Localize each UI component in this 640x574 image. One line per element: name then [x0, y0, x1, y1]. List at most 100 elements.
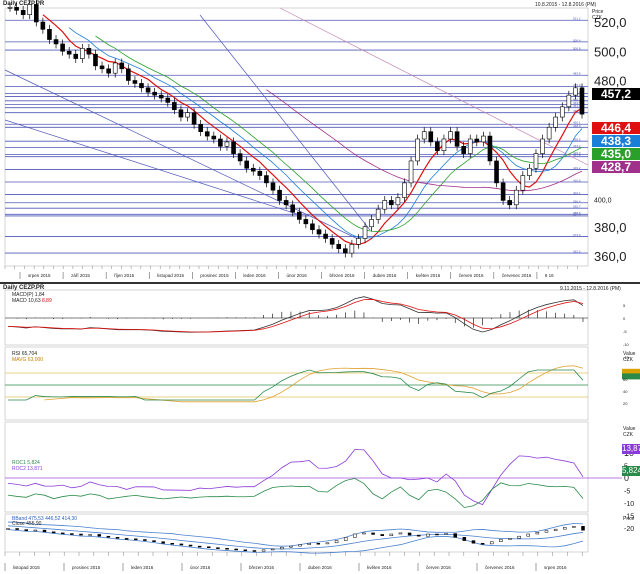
candle: [415, 138, 420, 162]
candle: [86, 48, 92, 55]
bb-candle: [188, 544, 193, 547]
candle: [277, 189, 282, 201]
candle: [402, 182, 407, 198]
roc2-badge: 13,87: [622, 444, 640, 454]
roc1-line: [7, 477, 584, 508]
rsi-mavg-label: MAVG 63,000: [12, 357, 44, 363]
candle: [185, 112, 190, 118]
lower-chart-title: Daily CEZP.PR: [3, 285, 45, 291]
bb-candle: [134, 538, 138, 541]
candle: [349, 244, 355, 254]
price-chart[interactable]: 521.2506.4500.8483.6476.0471.2469.1466.1…: [0, 0, 640, 574]
bb-candle: [24, 529, 29, 531]
month-label: duben 2016: [373, 273, 397, 278]
macd-label-2: MACD 10,63 8,89: [12, 298, 52, 304]
bb-candle: [343, 537, 348, 541]
y-tick-label: 360,0: [594, 249, 627, 264]
candle: [421, 131, 427, 140]
bb-candle: [398, 532, 403, 535]
candle: [527, 167, 532, 176]
month-label: listopad 2015: [157, 273, 184, 278]
candle: [540, 138, 545, 154]
bb-candle: [526, 533, 530, 537]
candle: [435, 141, 440, 152]
bb-candle: [161, 541, 165, 544]
candle: [507, 200, 512, 206]
candle: [467, 138, 473, 154]
candle: [178, 109, 184, 118]
trend-line: [4, 119, 301, 216]
bb-candle: [33, 529, 38, 532]
bb-candle: [480, 542, 485, 545]
bb-candle: [471, 540, 476, 544]
bottom-month-label: leden 2016: [131, 565, 154, 570]
bottom-month-label: srpen 2016: [544, 565, 567, 570]
bb-candle: [444, 533, 448, 535]
candle: [441, 138, 447, 151]
candle: [66, 50, 72, 55]
candle: [132, 80, 138, 84]
candle: [53, 39, 59, 45]
candle: [237, 153, 243, 162]
bb-candle: [97, 534, 102, 537]
candle: [316, 229, 322, 235]
bb-candle: [517, 535, 521, 539]
y-tick-label: 380,0: [594, 220, 627, 235]
level-label: 500.8: [573, 47, 581, 51]
month-label: březen 2016: [330, 273, 356, 278]
bb-candle: [106, 535, 111, 538]
bb-candle: [6, 528, 10, 530]
bb-candle: [42, 529, 47, 533]
month-label: leden 2016: [243, 273, 266, 278]
candle: [408, 160, 414, 184]
level-label: 448.0: [573, 124, 581, 128]
bb-candle: [207, 546, 211, 549]
candle: [40, 21, 46, 30]
candle: [283, 200, 289, 206]
rsi-y-tick: 40: [623, 389, 628, 394]
lower-date-range: 9.11.2015 - 12.8.2016 (PM): [560, 286, 621, 292]
level-label: 362.0: [573, 250, 581, 254]
candle: [126, 68, 131, 81]
month-label: září 2015: [71, 273, 90, 278]
candle: [47, 29, 52, 40]
bb-candle: [489, 541, 494, 545]
candle: [448, 131, 453, 140]
candle: [343, 248, 348, 254]
bottom-month-label: červen 2016: [426, 565, 451, 570]
bb-candle: [416, 534, 421, 537]
candle: [80, 48, 85, 59]
candle: [139, 83, 144, 89]
candle: [152, 91, 157, 96]
bb-candle: [316, 542, 321, 545]
level-label: 506.4: [573, 38, 581, 42]
bb-candle: [152, 540, 156, 542]
bb-candle: [51, 531, 56, 534]
roc2-label: ROC2 13,871: [12, 466, 43, 472]
panel-divider: [0, 282, 640, 284]
bb-candle: [325, 542, 330, 545]
candle: [218, 138, 223, 147]
candle: [513, 189, 519, 206]
candle: [119, 62, 125, 70]
trend-line: [199, 14, 371, 231]
level-label: 396.4: [573, 199, 581, 203]
bb-candle: [197, 545, 202, 548]
candle: [382, 200, 388, 210]
bb-candle: [562, 527, 567, 530]
bb-candle: [462, 537, 467, 541]
candle: [106, 68, 111, 74]
bb-candle: [143, 539, 147, 541]
macd-value: MACD 10,63: [12, 298, 41, 304]
roc-y-tick: -20: [624, 526, 634, 533]
bottom-month-label: listopad 2015: [13, 565, 40, 570]
bb-candle: [362, 532, 366, 535]
macd-y-tick: -10: [623, 342, 630, 347]
candle: [566, 94, 572, 108]
bottom-month-label: březen 2016: [249, 565, 275, 570]
bb-candle: [435, 533, 439, 536]
bb-close-label: Close 455,90: [12, 521, 42, 527]
moving-average-ma10: [42, 14, 583, 246]
candle: [145, 87, 151, 93]
level-label: 387.4: [573, 212, 581, 216]
